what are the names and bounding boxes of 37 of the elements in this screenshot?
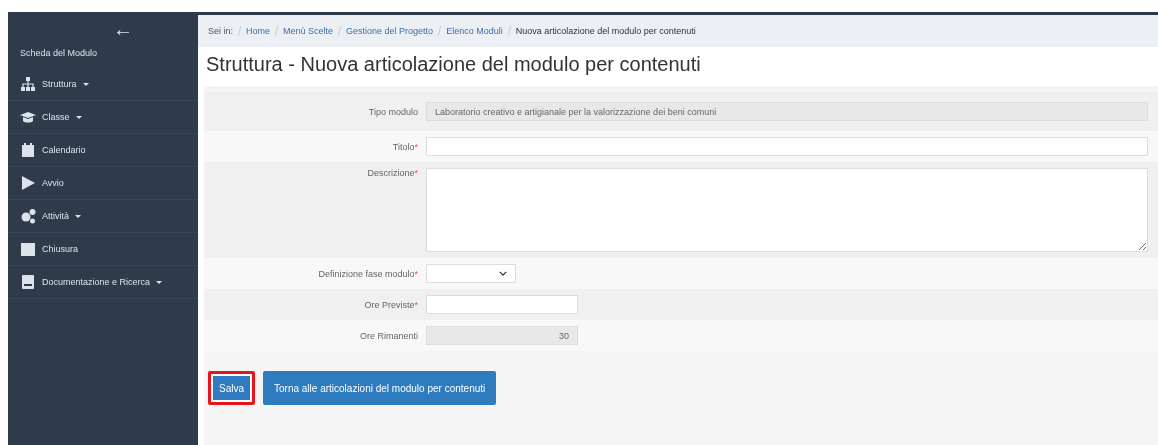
archive-icon xyxy=(20,274,36,290)
sidebar-item[interactable]: Chiusura xyxy=(8,233,198,266)
breadcrumb-link[interactable]: Menù Scelte xyxy=(283,26,334,36)
cap-icon xyxy=(20,109,36,125)
readonly-field: 30 xyxy=(426,326,578,345)
sidebar-heading: Scheda del Modulo xyxy=(19,48,99,60)
sidebar-item[interactable]: Struttura xyxy=(8,68,198,101)
sidebar-item[interactable]: Documentazione e Ricerca xyxy=(8,266,198,299)
calendar-icon xyxy=(20,142,36,158)
field-label: Titolo* xyxy=(391,141,419,152)
readonly-field: Laboratorio creativo e artigianale per la valorizzazione dei beni comuni xyxy=(426,102,1148,121)
page-title: Struttura - Nuova articolazione del modulo per contenuti xyxy=(206,53,702,76)
chevron-icon xyxy=(499,271,507,276)
breadcrumb-prefix: Sei in: xyxy=(208,26,233,36)
breadcrumb-link[interactable]: Elenco Moduli xyxy=(446,26,503,36)
square-icon xyxy=(20,241,36,257)
input-field[interactable] xyxy=(426,295,578,314)
back-button[interactable]: Torna alle articolazioni del modulo per contenuti xyxy=(263,371,497,405)
sidebar-item[interactable]: Calendario xyxy=(8,134,198,167)
breadcrumb-link[interactable]: Home xyxy=(246,26,271,36)
sitemap-icon xyxy=(20,76,36,92)
sidebar-item[interactable]: Avvio xyxy=(8,167,198,200)
breadcrumb-link[interactable]: Gestione del Progetto xyxy=(346,26,434,36)
save-button[interactable]: Salva xyxy=(208,371,255,405)
dropdown[interactable] xyxy=(426,264,516,283)
breadcrumb-current: Nuova articolazione del modulo per contenuti xyxy=(515,26,696,36)
sidebar-item[interactable]: Attività xyxy=(8,200,198,233)
field-label: Descrizione* xyxy=(366,168,419,178)
field-label: Ore Previste* xyxy=(363,299,419,310)
play-icon xyxy=(20,175,36,191)
field-label: Tipo modulo xyxy=(367,106,419,117)
text-area[interactable] xyxy=(426,168,1148,252)
field-label: Ore Rimanenti xyxy=(358,330,419,341)
input-field[interactable] xyxy=(426,137,1148,156)
back-arrow-icon[interactable]: ← xyxy=(113,18,133,40)
sidebar-item[interactable]: Classe xyxy=(8,101,198,134)
field-label: Definizione fase modulo* xyxy=(317,268,419,279)
